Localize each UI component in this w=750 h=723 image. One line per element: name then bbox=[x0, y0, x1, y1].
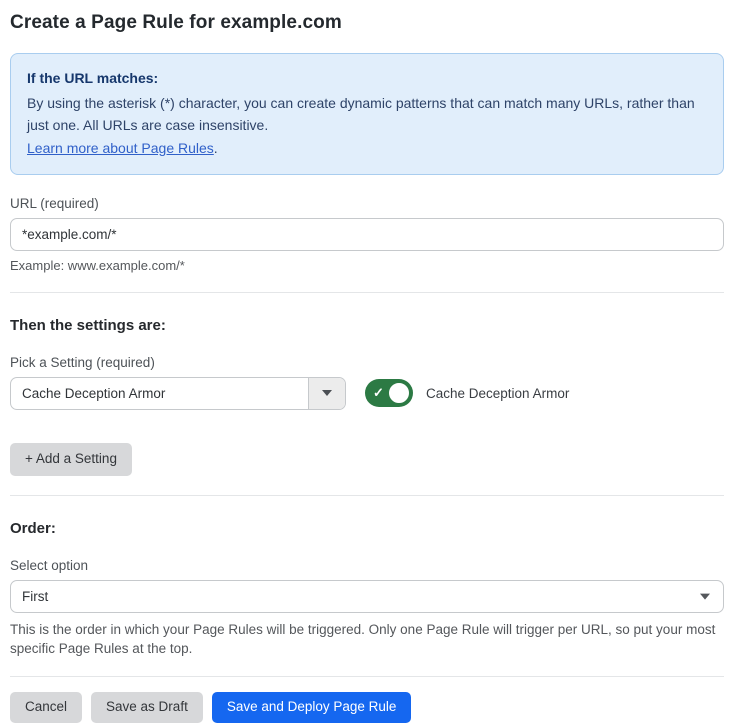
add-setting-button[interactable]: + Add a Setting bbox=[10, 443, 132, 476]
footer-actions: Cancel Save as Draft Save and Deploy Pag… bbox=[10, 692, 724, 723]
save-and-deploy-button[interactable]: Save and Deploy Page Rule bbox=[212, 692, 412, 723]
save-as-draft-button[interactable]: Save as Draft bbox=[91, 692, 203, 723]
cancel-button[interactable]: Cancel bbox=[10, 692, 82, 723]
url-match-info-box: If the URL matches: By using the asteris… bbox=[10, 53, 724, 175]
divider bbox=[10, 292, 724, 293]
order-select-value: First bbox=[22, 589, 48, 604]
learn-more-link[interactable]: Learn more about Page Rules bbox=[27, 140, 214, 156]
settings-section-heading: Then the settings are: bbox=[10, 317, 724, 334]
divider bbox=[10, 676, 724, 677]
toggle-knob bbox=[387, 381, 411, 405]
setting-dropdown[interactable]: Cache Deception Armor bbox=[10, 377, 346, 410]
url-example-hint: Example: www.example.com/* bbox=[10, 258, 724, 273]
page-title: Create a Page Rule for example.com bbox=[10, 12, 724, 34]
order-help-text: This is the order in which your Page Rul… bbox=[10, 620, 724, 659]
info-box-body-text: By using the asterisk (*) character, you… bbox=[27, 95, 695, 134]
toggle-label: Cache Deception Armor bbox=[426, 386, 569, 401]
page-rule-form: Create a Page Rule for example.com If th… bbox=[0, 0, 750, 723]
url-field-label: URL (required) bbox=[10, 196, 724, 211]
setting-row: Cache Deception Armor ✓ Cache Deception … bbox=[10, 377, 724, 410]
setting-dropdown-value: Cache Deception Armor bbox=[11, 378, 308, 409]
info-box-heading: If the URL matches: bbox=[27, 67, 707, 90]
order-select-label: Select option bbox=[10, 558, 724, 573]
setting-picker-label: Pick a Setting (required) bbox=[10, 355, 724, 370]
info-box-body: By using the asterisk (*) character, you… bbox=[27, 92, 707, 160]
order-section-heading: Order: bbox=[10, 520, 724, 537]
divider bbox=[10, 495, 724, 496]
check-icon: ✓ bbox=[373, 386, 384, 399]
setting-dropdown-arrow-button[interactable] bbox=[308, 378, 345, 409]
cache-deception-armor-toggle[interactable]: ✓ bbox=[365, 379, 413, 407]
url-input[interactable] bbox=[10, 218, 724, 251]
order-select[interactable]: First bbox=[10, 580, 724, 613]
chevron-down-icon bbox=[700, 594, 710, 600]
link-suffix: . bbox=[214, 140, 218, 156]
chevron-down-icon bbox=[322, 390, 332, 396]
